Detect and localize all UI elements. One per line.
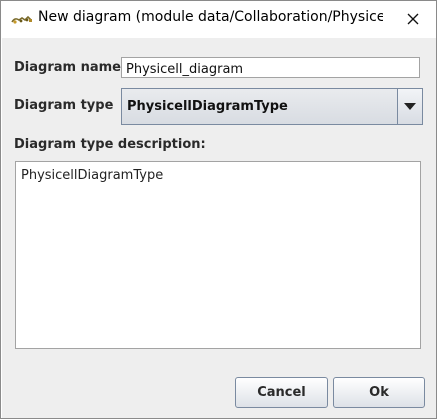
ok-button[interactable]: Ok [333,377,425,408]
cancel-button[interactable]: Cancel [235,377,328,408]
diagram-type-value: PhysicellDiagramType [127,99,288,114]
diagram-name-input[interactable] [122,60,419,79]
chevron-down-icon [404,103,416,110]
close-button[interactable] [401,7,425,31]
dialog-window: New diagram (module data/Collaboration/P… [0,0,437,419]
window-title: New diagram (module data/Collaboration/P… [38,9,383,25]
diagram-type-description-label: Diagram type description: [14,137,206,152]
diagram-type-dropdown-button[interactable] [397,88,423,125]
close-icon [407,13,419,25]
app-logo-icon [11,15,32,24]
diagram-type-description-area[interactable]: PhysicellDiagramType [15,161,421,349]
title-bar[interactable]: New diagram (module data/Collaboration/P… [1,1,436,37]
dialog-content: Diagram name Diagram type PhysicellDiagr… [2,38,436,418]
diagram-type-select[interactable]: PhysicellDiagramType [121,88,423,125]
diagram-name-label: Diagram name [14,60,121,75]
diagram-name-field[interactable] [121,57,420,79]
diagram-type-label: Diagram type [14,98,114,113]
